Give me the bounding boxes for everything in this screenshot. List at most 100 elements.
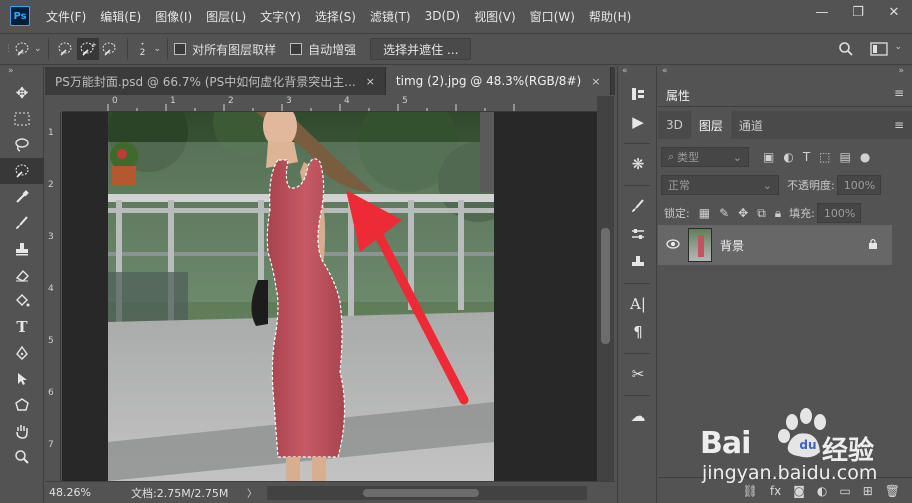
document-image[interactable]: [108, 112, 494, 481]
menu-type[interactable]: 文字(Y): [260, 8, 301, 25]
lock-all-icon[interactable]: 🔒︎: [775, 206, 781, 221]
minimize-button[interactable]: —: [804, 0, 840, 24]
vertical-ruler[interactable]: 1 2 3 4 5 6 7: [45, 112, 61, 481]
close-window-button[interactable]: ✕: [876, 0, 912, 24]
character-icon[interactable]: A|: [618, 290, 658, 318]
type-tool-icon[interactable]: T: [0, 314, 44, 340]
menu-layer[interactable]: 图层(L): [206, 8, 246, 25]
hand-tool-icon[interactable]: [0, 418, 44, 444]
preset-chevron-down-icon[interactable]: ⌄: [34, 44, 42, 54]
tab-psd-cover[interactable]: PS万能封面.psd @ 66.7% (PS中如何虚化背景突出主... ×: [45, 67, 386, 95]
tab-3d[interactable]: 3D: [658, 111, 691, 139]
menu-view[interactable]: 视图(V): [474, 8, 516, 25]
menu-image[interactable]: 图像(I): [155, 8, 192, 25]
tab-timg-jpg[interactable]: timg (2).jpg @ 48.3%(RGB/8#) ×: [385, 67, 612, 95]
new-layer-icon[interactable]: ⊞: [863, 484, 873, 498]
workspace-chevron-down-icon[interactable]: ⌄: [894, 42, 902, 52]
toolbar-collapse-icon[interactable]: »: [0, 66, 43, 80]
lock-transparent-icon[interactable]: ▦: [699, 206, 710, 220]
document-canvas[interactable]: [62, 112, 597, 481]
quick-selection-tool-preset-icon[interactable]: [12, 38, 34, 60]
layer-filter-dropdown[interactable]: ⌕ 类型 ⌄: [661, 147, 749, 167]
search-icon[interactable]: [838, 41, 854, 60]
shape-tool-icon[interactable]: [0, 392, 44, 418]
vertical-scrollbar[interactable]: [597, 96, 614, 481]
brush-chevron-down-icon[interactable]: ⌄: [154, 44, 162, 54]
tab-layers[interactable]: 图层: [690, 111, 731, 139]
clone-source-icon[interactable]: [618, 248, 658, 276]
ruler-origin[interactable]: [45, 96, 62, 112]
vertical-scroll-thumb[interactable]: [601, 228, 610, 344]
restore-button[interactable]: ❐: [840, 0, 876, 24]
add-to-selection-icon[interactable]: +: [76, 38, 99, 60]
history-icon[interactable]: [618, 80, 658, 108]
menu-filter[interactable]: 滤镜(T): [370, 8, 411, 25]
stamp-tool-icon[interactable]: [0, 236, 44, 262]
status-menu-icon[interactable]: 〉: [247, 485, 263, 500]
select-and-mask-button[interactable]: 选择并遮住 ...: [370, 38, 472, 60]
sample-all-layers-checkbox[interactable]: [174, 43, 187, 55]
layers-menu-icon[interactable]: ≡: [894, 118, 904, 132]
zoom-level[interactable]: 48.26%: [45, 486, 107, 499]
menu-file[interactable]: 文件(F): [46, 8, 86, 25]
quick-selection-tool-icon[interactable]: [0, 158, 44, 184]
menu-edit[interactable]: 编辑(E): [100, 8, 141, 25]
horizontal-ruler[interactable]: 0 1 2 3 4 5: [62, 96, 597, 112]
workspace-icon[interactable]: [870, 42, 888, 59]
horizontal-scroll-thumb[interactable]: [363, 488, 479, 497]
link-layers-icon[interactable]: ⛓: [743, 484, 758, 498]
layer-name[interactable]: 背景: [720, 237, 868, 254]
smart-object-filter-icon[interactable]: ▤: [840, 150, 851, 164]
pen-tool-icon[interactable]: [0, 340, 44, 366]
actions-play-icon[interactable]: ▶: [618, 108, 658, 136]
opacity-input[interactable]: 100%: [836, 175, 881, 195]
horizontal-scrollbar[interactable]: [267, 485, 587, 500]
auto-enhance-checkbox[interactable]: [290, 43, 303, 55]
tab-close-icon[interactable]: ×: [591, 75, 600, 88]
brush-settings-icon[interactable]: [618, 192, 658, 220]
filter-toggle-icon[interactable]: ●: [860, 150, 870, 164]
panel-expand-icon[interactable]: »: [898, 66, 904, 76]
eyedropper-tool-icon[interactable]: [0, 184, 44, 210]
tab-channels[interactable]: 通道: [731, 111, 771, 139]
panel-collapse-icon[interactable]: «: [662, 66, 668, 76]
new-adjustment-icon[interactable]: ◐: [817, 484, 827, 498]
properties-title[interactable]: 属性: [666, 87, 690, 104]
menu-window[interactable]: 窗口(W): [530, 8, 575, 25]
layer-row[interactable]: 背景: [658, 225, 892, 265]
dock-collapse-icon[interactable]: «: [618, 66, 656, 80]
move-tool-icon[interactable]: ✥: [0, 80, 44, 106]
libraries-icon[interactable]: ☁: [618, 402, 658, 430]
adjustments-icon[interactable]: [618, 220, 658, 248]
zoom-tool-icon[interactable]: [0, 444, 44, 470]
brush-tool-icon[interactable]: [0, 210, 44, 236]
blend-mode-dropdown[interactable]: 正常 ⌄: [661, 175, 779, 195]
new-group-icon[interactable]: ▭: [839, 484, 850, 498]
adjustment-filter-icon[interactable]: ◐: [783, 150, 793, 164]
lock-position-icon[interactable]: ✥: [738, 206, 748, 220]
tab-close-icon[interactable]: ×: [366, 75, 375, 88]
marquee-tool-icon[interactable]: [0, 106, 44, 132]
add-mask-icon[interactable]: ◙: [793, 484, 805, 498]
visibility-eye-icon[interactable]: [666, 238, 680, 252]
tools-presets-icon[interactable]: ✂: [618, 360, 658, 388]
path-selection-tool-icon[interactable]: [0, 366, 44, 392]
menu-3d[interactable]: 3D(D): [425, 9, 460, 23]
paint-bucket-tool-icon[interactable]: [0, 288, 44, 314]
shape-filter-icon[interactable]: ⬚: [819, 150, 830, 164]
menu-help[interactable]: 帮助(H): [589, 8, 631, 25]
brush-size-picker[interactable]: • 2: [134, 41, 152, 58]
fill-input[interactable]: 100%: [816, 203, 861, 223]
menu-select[interactable]: 选择(S): [315, 8, 356, 25]
layer-style-icon[interactable]: fx: [770, 484, 781, 498]
lock-artboard-icon[interactable]: ⧉: [757, 206, 766, 221]
pixel-filter-icon[interactable]: ▣: [763, 150, 774, 164]
lock-image-icon[interactable]: ✎: [719, 206, 729, 220]
lasso-tool-icon[interactable]: [0, 132, 44, 158]
eraser-tool-icon[interactable]: [0, 262, 44, 288]
delete-layer-icon[interactable]: 🗑︎: [885, 484, 900, 498]
subtract-from-selection-icon[interactable]: -: [99, 38, 121, 60]
type-filter-icon[interactable]: T: [803, 150, 810, 164]
new-selection-icon[interactable]: [55, 38, 77, 60]
paragraph-icon[interactable]: ¶: [618, 318, 658, 346]
